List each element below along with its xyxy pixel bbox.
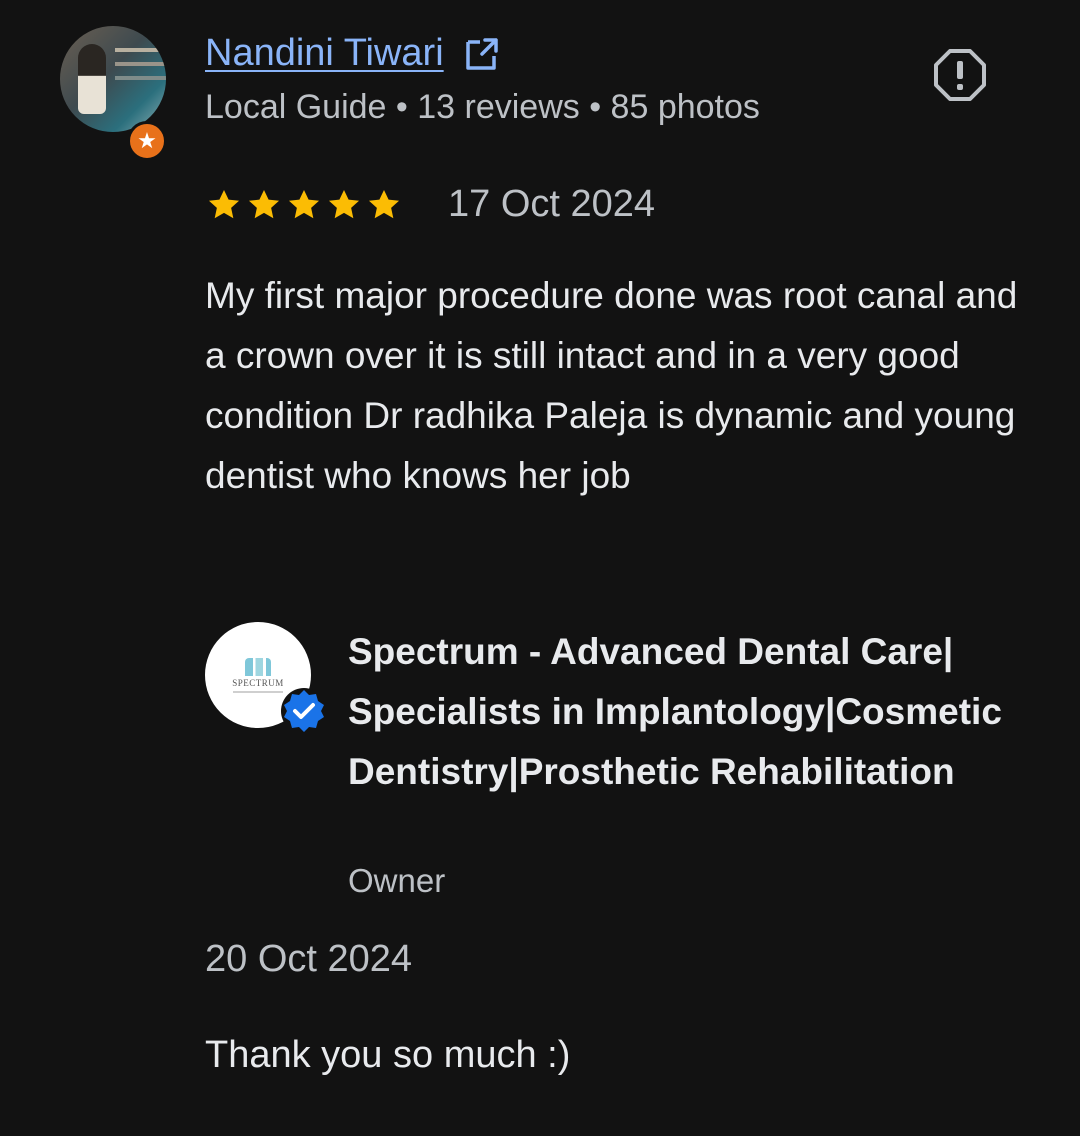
owner-business-name: Spectrum - Advanced Dental Care| Special… bbox=[348, 631, 1002, 792]
star-icon bbox=[248, 189, 280, 219]
response-date: 20 Oct 2024 bbox=[205, 938, 413, 980]
report-flag-icon[interactable] bbox=[930, 45, 990, 105]
verified-check-icon bbox=[281, 688, 327, 734]
star-icon bbox=[208, 189, 240, 219]
owner-avatar[interactable]: SPECTRUM bbox=[205, 622, 330, 734]
reviewer-meta: Local Guide • 13 reviews • 85 photos bbox=[205, 88, 760, 126]
response-text: Thank you so much :) bbox=[205, 1034, 571, 1076]
reviewer-photo bbox=[60, 26, 166, 132]
logo-text: SPECTRUM bbox=[232, 677, 284, 688]
reviewer-name-row: Nandini Tiwari bbox=[205, 32, 502, 75]
open-in-new-icon[interactable] bbox=[462, 34, 502, 74]
review-date: 17 Oct 2024 bbox=[448, 183, 656, 225]
star-icon bbox=[368, 189, 400, 219]
star-icon bbox=[328, 189, 360, 219]
star-rating bbox=[205, 186, 403, 224]
reviewer-avatar[interactable]: ★ bbox=[60, 26, 168, 161]
star-icon bbox=[288, 189, 320, 219]
local-guide-badge-icon: ★ bbox=[127, 121, 167, 161]
owner-role-label: Owner bbox=[348, 862, 446, 899]
logo-tree-icon bbox=[245, 657, 271, 676]
review-text: My first major procedure done was root c… bbox=[205, 275, 1018, 496]
reviewer-name-link[interactable]: Nandini Tiwari bbox=[205, 32, 444, 75]
